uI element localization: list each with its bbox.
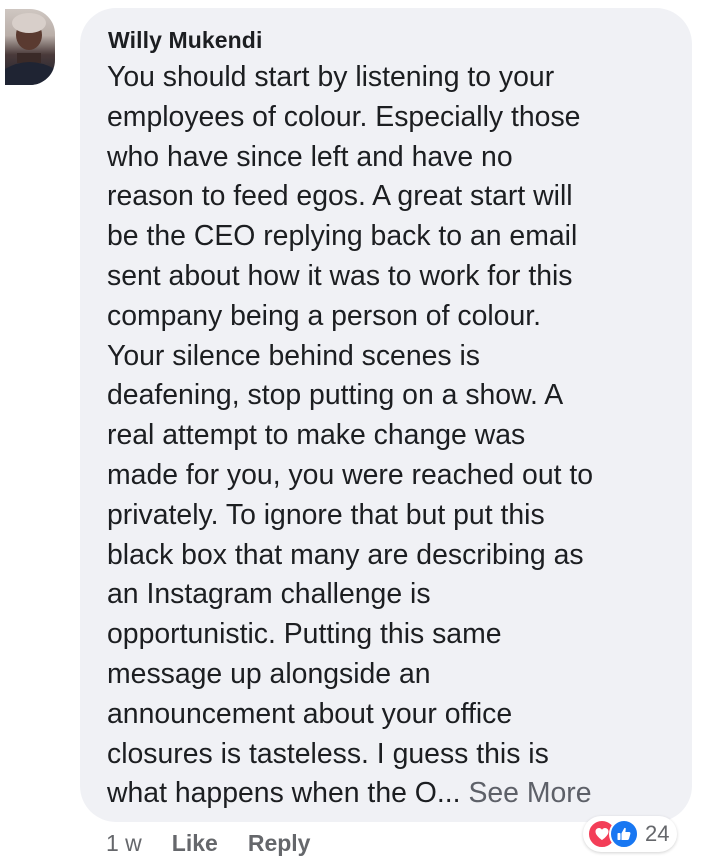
comment-line: be the CEO replying back to an email <box>107 220 578 253</box>
comment: Willy Mukendi You should start by listen… <box>0 0 715 861</box>
comment-line: who have since left and have no <box>107 140 513 173</box>
comment-line: deafening, stop putting on a show. A <box>107 379 564 412</box>
truncated-text: what happens when the O... <box>107 777 461 810</box>
comment-line: privately. To ignore that but put this <box>107 498 545 531</box>
like-icon <box>609 819 639 849</box>
comment-line: reason to feed egos. A great start will <box>107 180 573 213</box>
avatar[interactable] <box>5 9 55 85</box>
reply-button[interactable]: Reply <box>248 830 311 857</box>
comment-line: made for you, you were reached out to <box>107 458 594 491</box>
comment-line: message up alongside an <box>107 657 431 690</box>
comment-line: announcement about your office <box>107 697 513 730</box>
comment-line: company being a person of colour. <box>107 299 542 332</box>
author-name[interactable]: Willy Mukendi <box>108 26 262 54</box>
comment-last-line: what happens when the O... See More <box>107 774 677 814</box>
comment-line: opportunistic. Putting this same <box>107 618 502 651</box>
comment-actions: 1 w Like Reply <box>106 828 310 858</box>
comment-line: an Instagram challenge is <box>107 578 431 611</box>
comment-line: real attempt to make change was <box>107 419 526 452</box>
timestamp[interactable]: 1 w <box>106 830 142 857</box>
comment-line: closures is tasteless. I guess this is <box>107 737 549 770</box>
comment-line: Your silence behind scenes is <box>107 339 481 372</box>
reaction-count: 24 <box>645 821 670 846</box>
comment-line: You should start by listening to your <box>107 61 555 93</box>
profile-photo <box>5 13 55 85</box>
comment-line: employees of colour. Especially those <box>107 100 581 133</box>
comment-line: black box that many are describing as <box>107 538 584 571</box>
comment-line: sent about how it was to work for this <box>107 259 573 292</box>
reactions-summary[interactable]: 24 <box>583 816 678 852</box>
like-button[interactable]: Like <box>172 830 218 857</box>
see-more-link[interactable]: See More <box>468 777 591 809</box>
comment-text: You should start by listening to your em… <box>107 58 677 814</box>
